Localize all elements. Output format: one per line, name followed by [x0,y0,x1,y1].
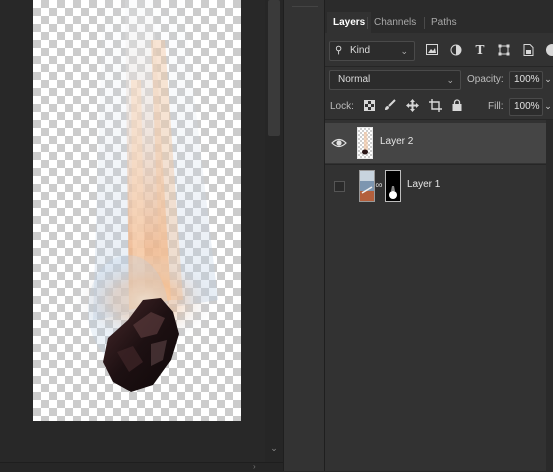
chevron-down-icon: ⌄ [446,75,454,85]
tab-paths[interactable]: Paths [425,12,463,33]
panel-tabs: Layers Channels Paths [325,12,553,33]
vertical-scroll-thumb[interactable] [268,0,280,136]
filter-type-layers-icon[interactable]: T [473,43,487,57]
lock-row: Lock: Fill: 100% ⌄ [325,94,553,119]
filter-kind-dropdown[interactable]: ⚲ Kind ⌄ [329,41,415,61]
layer-thumbnail [357,127,373,159]
opacity-label: Opacity: [467,74,504,85]
canvas-area[interactable]: ⌄ › [0,0,283,472]
meteor-artwork [75,0,218,392]
filter-adjustment-layers-icon[interactable] [449,44,463,59]
layer-name: Layer 2 [380,136,414,147]
opacity-input[interactable]: 100% [509,71,543,89]
layer-name: Layer 1 [407,179,441,190]
lock-all-padlock-icon[interactable] [451,99,463,114]
filter-smart-objects-icon[interactable] [521,44,535,59]
lock-transparent-pixels-icon[interactable] [363,100,375,114]
filter-kind-label: Kind [350,45,371,56]
layer-mask-thumbnail[interactable] [385,170,401,202]
layers-list-scrollbar[interactable] [546,120,553,471]
layers-panel: Layers Channels Paths ⚲ Kind ⌄ T Normal … [325,0,553,471]
fill-input[interactable]: 100% [509,98,543,116]
filter-pixel-layers-icon[interactable] [425,44,439,58]
layer-row-layer-2[interactable]: Layer 2 [325,123,546,163]
search-icon: ⚲ [335,45,343,56]
layer-thumbnail [359,170,375,202]
panel-header-strip [325,0,553,12]
filter-shape-layers-icon[interactable] [497,44,511,59]
lock-position-move-icon[interactable] [405,99,419,115]
mask-link-chain-icon[interactable]: ∞ [374,179,384,193]
document-canvas[interactable] [33,0,241,421]
visibility-toggle-empty[interactable] [334,181,345,192]
filter-toggle-icon[interactable] [544,43,553,60]
canvas-vertical-scrollbar[interactable]: ⌄ [265,0,283,462]
visibility-eye-icon[interactable] [331,136,347,150]
panel-divider [325,119,553,120]
filter-row: ⚲ Kind ⌄ T [325,33,553,66]
fill-chevron-icon[interactable]: ⌄ [543,99,553,113]
layer-row-layer-1[interactable]: ∞ Layer 1 [325,166,546,206]
tab-channels[interactable]: Channels [368,12,422,33]
tab-layers[interactable]: Layers [327,12,372,33]
opacity-chevron-icon[interactable]: ⌄ [543,72,553,86]
layer-divider [325,164,553,165]
blend-mode-dropdown[interactable]: Normal ⌄ [329,70,461,90]
panel-dock-gutter [283,0,325,471]
chevron-down-icon: ⌄ [400,46,408,56]
lock-artboard-crop-icon[interactable] [428,99,442,115]
lock-label: Lock: [330,101,354,112]
fill-label: Fill: [488,101,504,112]
scroll-down-arrow-icon[interactable]: ⌄ [269,442,279,454]
lock-image-pixels-brush-icon[interactable] [384,99,396,114]
blend-mode-value: Normal [338,74,371,85]
gutter-divider [292,6,318,7]
blend-row: Normal ⌄ Opacity: 100% ⌄ [325,67,553,92]
scroll-right-arrow-icon[interactable]: › [253,462,256,471]
